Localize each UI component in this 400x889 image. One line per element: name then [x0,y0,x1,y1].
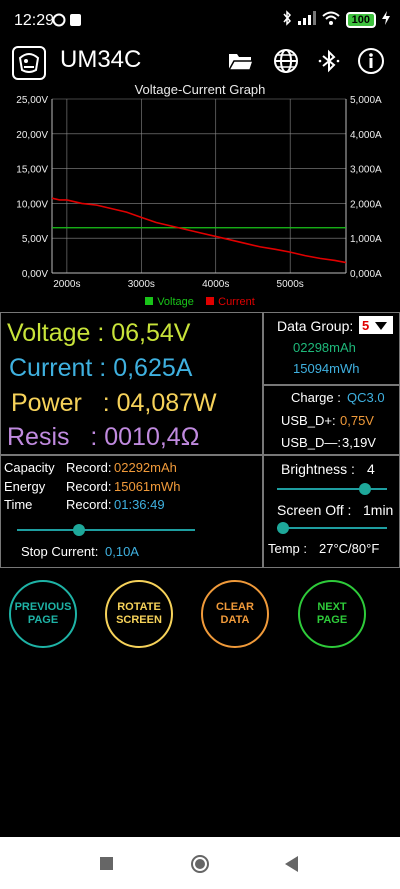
current-legend-swatch [206,297,215,305]
capacity-label: Capacity [4,460,55,475]
right-tick-label: 1,000A [350,234,382,245]
time-record-value: 01:36:49 [114,497,165,512]
recents-icon[interactable] [100,857,114,876]
time-record-label: Record: [66,497,112,512]
right-tick-label: 2,000A [350,199,382,210]
temp-value: 27°C/80°F [319,541,380,556]
data-group-select[interactable]: 5 [359,316,393,334]
energy-label: Energy [4,479,46,494]
status-bar: 12:29 100 [0,0,400,42]
app-logo-icon [12,46,46,80]
x-tick-label: 3000s [128,279,155,290]
charge-panel: Charge : QC3.0 USB_D+: 0,75V USB_D—: 3,1… [262,384,400,456]
current-reading: Current : 0,625A [9,354,193,382]
usb-dp-label: USB_D+: [281,413,336,428]
graph-canvas: 25,00V 20,00V 15,00V 10,00V 5,00V 0,00V 5,000A… [16,95,382,290]
system-nav-bar [0,837,400,889]
status-notification-icons [52,12,86,31]
rotate-screen-label: ROTATE SCREEN [116,601,162,626]
screen-off-label: Screen Off : [277,502,352,518]
charging-icon [382,11,390,28]
usb-dm-label: USB_D—: [281,435,341,450]
temp-label: Temp : [268,541,308,556]
energy-record-label: Record: [66,479,112,494]
settings-panel: Brightness : 4 Screen Off : 1min Temp : … [262,454,400,568]
info-icon[interactable] [356,46,386,76]
capacity-record-label: Record: [66,460,112,475]
next-page-label: NEXT PAGE [316,601,348,626]
screen-off-slider[interactable] [277,527,387,529]
x-tick-label: 4000s [202,279,229,290]
screen-off-value: 1min [363,502,394,518]
left-tick-label: 15,00V [16,165,48,176]
stop-current-slider[interactable] [17,529,195,531]
current-series-line [51,197,347,264]
x-tick-label: 5000s [277,279,304,290]
previous-page-button[interactable]: PREVIOUS PAGE [9,580,77,648]
rotate-screen-button[interactable]: ROTATE SCREEN [105,580,173,648]
data-group-mah: 02298mAh [293,340,356,355]
voltage-legend-swatch [145,297,154,305]
wifi-icon [321,11,340,28]
bluetooth-icon[interactable] [314,46,344,76]
brightness-slider-thumb[interactable] [359,483,371,495]
signal-icon [297,11,316,28]
globe-icon[interactable] [271,46,301,76]
status-right-icons: 100 [282,10,390,29]
data-group-mwh: 15094mWh [293,361,360,376]
usb-dm-value: 3,19V [342,435,376,450]
app-bar: UM34C [0,42,400,80]
stop-current-label: Stop Current: [21,544,99,559]
x-tick-label: 2000s [53,279,80,290]
usb-dp-value: 0,75V [340,413,374,428]
bluetooth-status-icon [282,10,292,29]
resis-reading: Resis : 0010,4Ω [7,423,200,451]
voltage-reading: Voltage : 06,54V [7,319,191,347]
stop-current-value: 0,10A [105,544,139,559]
chevron-down-icon [375,318,388,333]
brightness-label: Brightness : [281,461,355,477]
data-group-panel: Data Group: 5 02298mAh 15094mWh [262,312,400,386]
screen-off-slider-thumb[interactable] [276,522,289,534]
record-panel: Capacity Record: 02292mAh Energy Record:… [0,454,264,568]
battery-indicator: 100 [345,11,376,28]
left-tick-label: 25,00V [16,95,48,106]
previous-page-label: PREVIOUS PAGE [14,601,72,626]
right-tick-label: 0,000A [350,269,382,280]
status-time: 12:29 [14,12,55,29]
folder-icon[interactable] [226,46,256,76]
graph-legend: Voltage Current [0,296,400,308]
home-icon[interactable] [190,854,210,879]
power-reading: Power : 04,087W [11,389,217,417]
app-title: UM34C [60,46,142,73]
brightness-value: 4 [367,461,375,477]
back-icon[interactable] [285,856,299,877]
right-tick-label: 5,000A [350,95,382,106]
next-page-button[interactable]: NEXT PAGE [298,580,366,648]
right-tick-label: 4,000A [350,130,382,141]
left-tick-label: 20,00V [16,130,48,141]
data-group-selected: 5 [362,317,370,333]
charge-label: Charge : [291,390,341,405]
current-legend-label: Current [218,296,255,308]
capacity-record-value: 02292mAh [114,460,177,475]
left-tick-label: 10,00V [16,199,48,210]
voltage-legend-label: Voltage [157,296,194,308]
right-tick-label: 3,000A [350,165,382,176]
charge-value: QC3.0 [347,390,385,405]
voltage-current-graph: Voltage-Current Graph 25,00V 20,00V 15,00V… [0,80,400,310]
energy-record-value: 15061mWh [114,479,181,494]
readings-panel: Voltage : 06,54V Current : 0,625A Power … [0,312,264,456]
left-tick-label: 0,00V [22,269,48,280]
left-tick-label: 5,00V [22,234,48,245]
stop-current-slider-thumb[interactable] [73,524,86,536]
clear-data-button[interactable]: CLEAR DATA [201,580,269,648]
data-group-label: Data Group: [277,318,354,334]
clear-data-label: CLEAR DATA [216,601,254,626]
time-label: Time [4,497,33,512]
